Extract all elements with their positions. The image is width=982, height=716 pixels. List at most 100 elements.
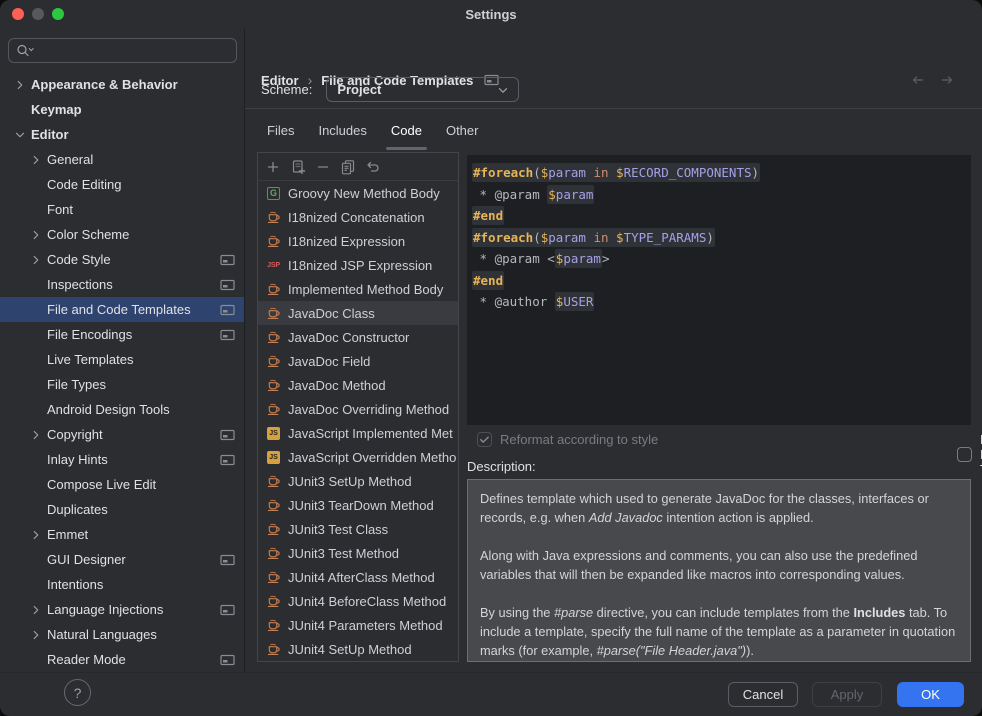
chevron-right-icon[interactable] [29, 627, 47, 643]
sidebar-item-code-style[interactable]: Code Style [0, 247, 244, 272]
forward-arrow-icon[interactable] [939, 72, 955, 88]
template-item-junit4-beforeclass-method[interactable]: JUnit4 BeforeClass Method [258, 589, 458, 613]
close-window-button[interactable] [12, 8, 24, 20]
template-item-javadoc-overriding-method[interactable]: JavaDoc Overriding Method [258, 397, 458, 421]
sidebar-item-appearance-behavior[interactable]: Appearance & Behavior [0, 72, 244, 97]
sidebar-item-label: GUI Designer [47, 552, 126, 567]
template-item-junit3-test-method[interactable]: JUnit3 Test Method [258, 541, 458, 565]
sidebar-item-inlay-hints[interactable]: Inlay Hints [0, 447, 244, 472]
screen-icon [220, 654, 235, 666]
chevron-spacer [29, 577, 47, 593]
chevron-right-icon[interactable] [29, 252, 47, 268]
zoom-window-button[interactable] [52, 8, 64, 20]
screen-icon [220, 329, 235, 341]
template-item-label: I18nized Expression [288, 234, 405, 249]
add-button[interactable] [265, 159, 281, 175]
template-item-implemented-method-body[interactable]: Implemented Method Body [258, 277, 458, 301]
sidebar-item-compose-live-edit[interactable]: Compose Live Edit [0, 472, 244, 497]
sidebar-item-android-design-tools[interactable]: Android Design Tools [0, 397, 244, 422]
reformat-label: Reformat according to style [500, 432, 658, 447]
template-item-i18nized-jsp-expression[interactable]: JSPI18nized JSP Expression [258, 253, 458, 277]
sidebar-item-intentions[interactable]: Intentions [0, 572, 244, 597]
search-icon [16, 43, 35, 58]
template-item-javascript-overridden-metho[interactable]: JSJavaScript Overridden Metho [258, 445, 458, 469]
sidebar-item-code-editing[interactable]: Code Editing [0, 172, 244, 197]
template-item-groovy-new-method-body[interactable]: GGroovy New Method Body [258, 181, 458, 205]
sidebar-item-live-templates[interactable]: Live Templates [0, 347, 244, 372]
java-icon [266, 234, 281, 249]
template-item-label: I18nized JSP Expression [288, 258, 432, 273]
java-icon [266, 570, 281, 585]
sidebar-item-color-scheme[interactable]: Color Scheme [0, 222, 244, 247]
sidebar-item-label: File and Code Templates [47, 302, 191, 317]
template-item-javadoc-constructor[interactable]: JavaDoc Constructor [258, 325, 458, 349]
sidebar-item-language-injections[interactable]: Language Injections [0, 597, 244, 622]
back-arrow-icon[interactable] [910, 72, 926, 88]
template-item-junit3-teardown-method[interactable]: JUnit3 TearDown Method [258, 493, 458, 517]
chevron-right-icon[interactable] [29, 602, 47, 618]
chevron-spacer [29, 402, 47, 418]
template-item-junit4-setup-method[interactable]: JUnit4 SetUp Method [258, 637, 458, 661]
description-text[interactable]: Defines template which used to generate … [467, 479, 971, 662]
template-item-label: JUnit4 AfterClass Method [288, 570, 435, 585]
template-item-i18nized-concatenation[interactable]: I18nized Concatenation [258, 205, 458, 229]
chevron-right-icon[interactable] [29, 227, 47, 243]
template-item-junit3-test-class[interactable]: JUnit3 Test Class [258, 517, 458, 541]
tab-other[interactable]: Other [434, 114, 491, 151]
description-paragraph: Defines template which used to generate … [480, 489, 958, 527]
tab-files[interactable]: Files [255, 114, 306, 151]
template-item-javadoc-field[interactable]: JavaDoc Field [258, 349, 458, 373]
template-item-javadoc-class[interactable]: JavaDoc Class [258, 301, 458, 325]
scheme-dropdown[interactable]: Project [326, 77, 519, 102]
sidebar-item-emmet[interactable]: Emmet [0, 522, 244, 547]
description-paragraph: Along with Java expressions and comments… [480, 546, 958, 584]
enable-live-templates-checkbox[interactable] [957, 447, 972, 462]
tab-code[interactable]: Code [379, 114, 434, 151]
template-item-junit3-setup-method[interactable]: JUnit3 SetUp Method [258, 469, 458, 493]
chevron-spacer [29, 452, 47, 468]
sidebar-item-reader-mode[interactable]: Reader Mode [0, 647, 244, 672]
sidebar-item-file-encodings[interactable]: File Encodings [0, 322, 244, 347]
sidebar-item-general[interactable]: General [0, 147, 244, 172]
sidebar-item-inspections[interactable]: Inspections [0, 272, 244, 297]
sidebar-item-copyright[interactable]: Copyright [0, 422, 244, 447]
ok-button[interactable]: OK [897, 682, 964, 707]
sidebar-item-natural-languages[interactable]: Natural Languages [0, 622, 244, 647]
help-button[interactable]: ? [64, 679, 91, 706]
remove-button[interactable] [315, 159, 331, 175]
template-item-label: I18nized Concatenation [288, 210, 425, 225]
template-item-javascript-implemented-met[interactable]: JSJavaScript Implemented Met [258, 421, 458, 445]
template-item-label: JUnit4 SetUp Method [288, 642, 412, 657]
reset-to-default-button[interactable] [365, 159, 381, 175]
tab-includes[interactable]: Includes [306, 114, 378, 151]
reformat-checkbox[interactable] [477, 432, 492, 447]
search-input[interactable] [8, 38, 237, 63]
template-item-javadoc-method[interactable]: JavaDoc Method [258, 373, 458, 397]
chevron-right-icon[interactable] [29, 527, 47, 543]
duplicate-button[interactable] [340, 159, 356, 175]
template-tabs: FilesIncludesCodeOther [255, 114, 490, 151]
template-code-editor[interactable]: #foreach($param in $RECORD_COMPONENTS) *… [467, 155, 971, 425]
sidebar-item-font[interactable]: Font [0, 197, 244, 222]
chevron-spacer [29, 202, 47, 218]
sidebar-item-file-and-code-templates[interactable]: File and Code Templates [0, 297, 244, 322]
chevron-right-icon[interactable] [29, 152, 47, 168]
template-item-label: JUnit3 Test Class [288, 522, 388, 537]
sidebar-item-label: Editor [31, 127, 69, 142]
sidebar-item-keymap[interactable]: Keymap [0, 97, 244, 122]
groovy-icon: G [266, 186, 281, 201]
chevron-spacer [29, 277, 47, 293]
sidebar-item-file-types[interactable]: File Types [0, 372, 244, 397]
cancel-button[interactable]: Cancel [728, 682, 798, 707]
sidebar-item-gui-designer[interactable]: GUI Designer [0, 547, 244, 572]
sidebar-item-editor[interactable]: Editor [0, 122, 244, 147]
template-item-i18nized-expression[interactable]: I18nized Expression [258, 229, 458, 253]
create-child-template-button[interactable] [290, 159, 306, 175]
chevron-right-icon[interactable] [13, 77, 31, 93]
sidebar-item-duplicates[interactable]: Duplicates [0, 497, 244, 522]
template-item-junit4-afterclass-method[interactable]: JUnit4 AfterClass Method [258, 565, 458, 589]
template-item-junit4-parameters-method[interactable]: JUnit4 Parameters Method [258, 613, 458, 637]
chevron-down-icon[interactable] [13, 127, 31, 143]
sidebar-item-label: Language Injections [47, 602, 163, 617]
chevron-right-icon[interactable] [29, 427, 47, 443]
